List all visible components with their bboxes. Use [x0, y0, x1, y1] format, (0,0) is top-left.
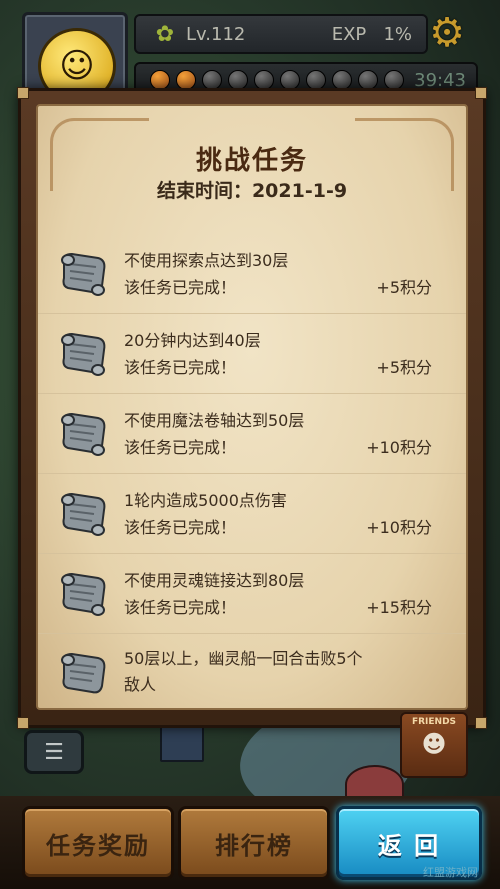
quest-status: 该任务已完成！	[124, 518, 237, 537]
quest-description: 20分钟内达到40层	[124, 331, 261, 350]
quest-rewards-button[interactable]: 任务奖励	[22, 806, 174, 880]
frame-bolt	[17, 87, 29, 99]
panel-title: 挑战任务	[195, 146, 308, 176]
quest-reward: +5积分	[376, 278, 432, 297]
friends-button[interactable]: FRIENDS ☻	[400, 712, 468, 778]
exp-display: EXP 1%	[332, 24, 412, 45]
leaf-icon: ✿	[155, 21, 175, 47]
potion-slot-icon	[228, 70, 248, 90]
scroll-icon	[61, 652, 106, 694]
quest-item: 不使用探索点达到30层 该任务已完成！ +5积分	[38, 234, 466, 313]
quest-description: 不使用魔法卷轴达到50层	[124, 411, 305, 430]
frame-bolt	[475, 87, 487, 99]
quest-item: 20分钟内达到40层 该任务已完成！ +5积分	[38, 313, 466, 393]
scroll-icon	[61, 332, 106, 376]
quest-reward: +10积分	[366, 518, 432, 537]
potion-slot-icon	[358, 70, 378, 90]
menu-button[interactable]: ☰	[24, 730, 84, 774]
exp-value: 1%	[383, 23, 412, 45]
watermark: 红盟游戏网	[423, 866, 478, 879]
quest-item: 50层以上，幽灵船一回合击败5个 敌人	[38, 633, 466, 708]
resource-slots	[150, 70, 414, 90]
quest-item: 不使用魔法卷轴达到50层 该任务已完成！ +10积分	[38, 393, 466, 473]
exp-label: EXP	[331, 23, 367, 45]
potion-slot-icon	[176, 70, 196, 90]
potion-slot-icon	[202, 70, 222, 90]
potion-slot-icon	[150, 70, 170, 90]
level-bar: ✿ Lv.112 EXP 1%	[134, 14, 428, 54]
end-date: 结束时间：2021-1-9	[156, 180, 348, 202]
quest-description-cont: 敌人	[124, 675, 157, 694]
potion-slot-icon	[254, 70, 274, 90]
frame-bolt	[17, 717, 29, 729]
quest-status: 该任务已完成！	[124, 438, 237, 457]
potion-slot-icon	[280, 70, 300, 90]
menu-icon: ☰	[44, 739, 64, 765]
scroll-icon	[61, 252, 106, 296]
quest-description: 1轮内造成5000点伤害	[124, 491, 287, 510]
level-text: Lv.112	[186, 23, 246, 45]
potion-slot-icon	[384, 70, 404, 90]
frame-bolt	[475, 717, 487, 729]
scroll-icon	[61, 572, 106, 616]
quest-description: 50层以上，幽灵船一回合击败5个	[124, 649, 363, 668]
potion-slot-icon	[332, 70, 352, 90]
scroll-icon	[61, 412, 106, 456]
potion-slot-icon	[306, 70, 326, 90]
quest-reward: +15积分	[366, 598, 432, 617]
quest-description: 不使用探索点达到30层	[124, 251, 289, 270]
quest-description: 不使用灵魂链接达到80层	[124, 571, 305, 590]
quest-panel[interactable]: 挑战任务 结束时间：2021-1-9 不使用探索点达到30层 该任务已完成！ +…	[36, 104, 468, 710]
quest-list[interactable]: 不使用探索点达到30层 该任务已完成！ +5积分 20分钟内达到40层 该任务已…	[38, 234, 466, 708]
quest-item: 1轮内造成5000点伤害 该任务已完成！ +10积分	[38, 473, 466, 553]
ranking-button[interactable]: 排行榜	[178, 806, 330, 880]
quest-status: 该任务已完成！	[124, 358, 237, 377]
quest-status: 该任务已完成！	[124, 278, 237, 297]
quest-reward: +5积分	[376, 358, 432, 377]
gear-icon[interactable]: ⚙	[424, 10, 470, 56]
scroll-icon	[61, 492, 106, 536]
friends-label: FRIENDS	[411, 717, 457, 727]
friends-icon: ☻	[421, 730, 447, 758]
building	[160, 722, 204, 762]
quest-reward: +10积分	[366, 438, 432, 457]
quest-item: 不使用灵魂链接达到80层 该任务已完成！ +15积分	[38, 553, 466, 633]
quest-status: 该任务已完成！	[124, 598, 237, 617]
